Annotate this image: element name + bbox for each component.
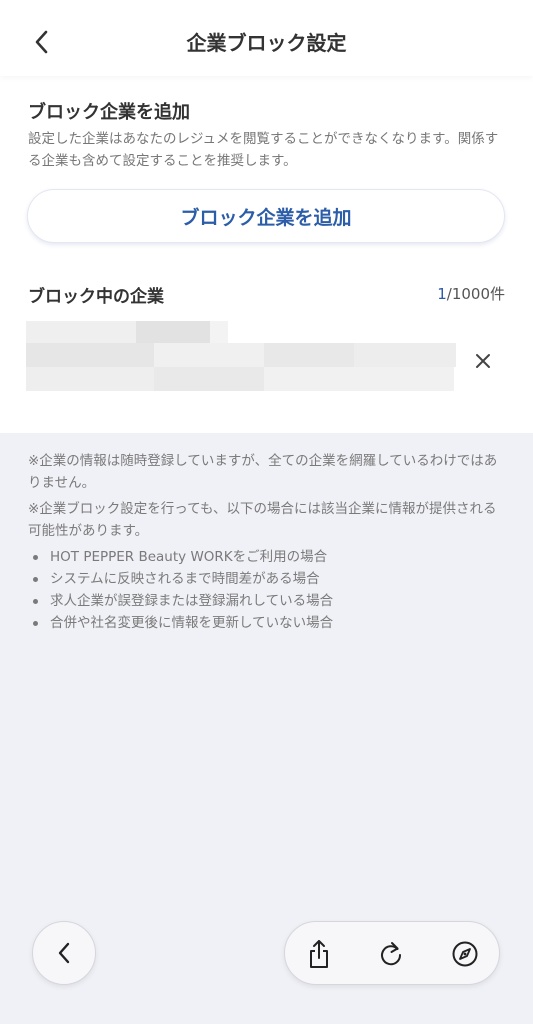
reload-icon — [381, 942, 402, 966]
share-button[interactable] — [299, 934, 339, 974]
close-icon — [476, 354, 490, 368]
browser-back-button[interactable] — [32, 921, 96, 985]
list-item: 求人企業が誤登録または登録漏れしている場合 — [28, 590, 506, 612]
note-coverage: ※企業の情報は随時登録していますが、全ての企業を網羅しているわけではありません。 — [28, 453, 498, 491]
add-section-description: 設定した企業はあなたのレジュメを閲覧することができなくなります。関係する企業も含… — [28, 131, 499, 169]
header-bar: 企業ブロック設定 — [0, 0, 533, 76]
browser-toolbar — [284, 921, 500, 985]
remove-blocked-company-button[interactable] — [470, 348, 496, 374]
block-settings-panel: ブロック企業を追加 設定した企業はあなたのレジュメを閲覧することができなくなりま… — [0, 76, 533, 433]
notes-bullet-list: HOT PEPPER Beauty WORKをご利用の場合 システムに反映される… — [28, 546, 506, 634]
reload-button[interactable] — [371, 934, 411, 974]
notes-section: ※企業の情報は随時登録していますが、全ての企業を網羅しているわけではありません。… — [28, 450, 506, 634]
safari-button[interactable] — [445, 934, 485, 974]
list-item: HOT PEPPER Beauty WORKをご利用の場合 — [28, 546, 506, 568]
note-disclosure: ※企業ブロック設定を行っても、以下の場合には該当企業に情報が提供される可能性があ… — [28, 501, 497, 539]
chevron-left-icon — [58, 942, 70, 964]
list-item: システムに反映されるまで時間差がある場合 — [28, 568, 506, 590]
add-blocked-company-button[interactable]: ブロック企業を追加 — [27, 189, 505, 243]
list-item: 合併や社名変更後に情報を更新していない場合 — [28, 612, 506, 634]
blocked-count: 1/1000件 — [437, 283, 505, 304]
blocked-companies-title: ブロック中の企業 — [28, 287, 164, 307]
add-section-title: ブロック企業を追加 — [28, 102, 190, 123]
page-title: 企業ブロック設定 — [186, 31, 347, 55]
blocked-count-suffix: /1000件 — [446, 285, 505, 303]
compass-icon — [452, 941, 478, 967]
blocked-count-current: 1 — [437, 285, 447, 303]
blocked-company-name-redacted — [26, 321, 456, 391]
share-icon — [310, 940, 328, 968]
